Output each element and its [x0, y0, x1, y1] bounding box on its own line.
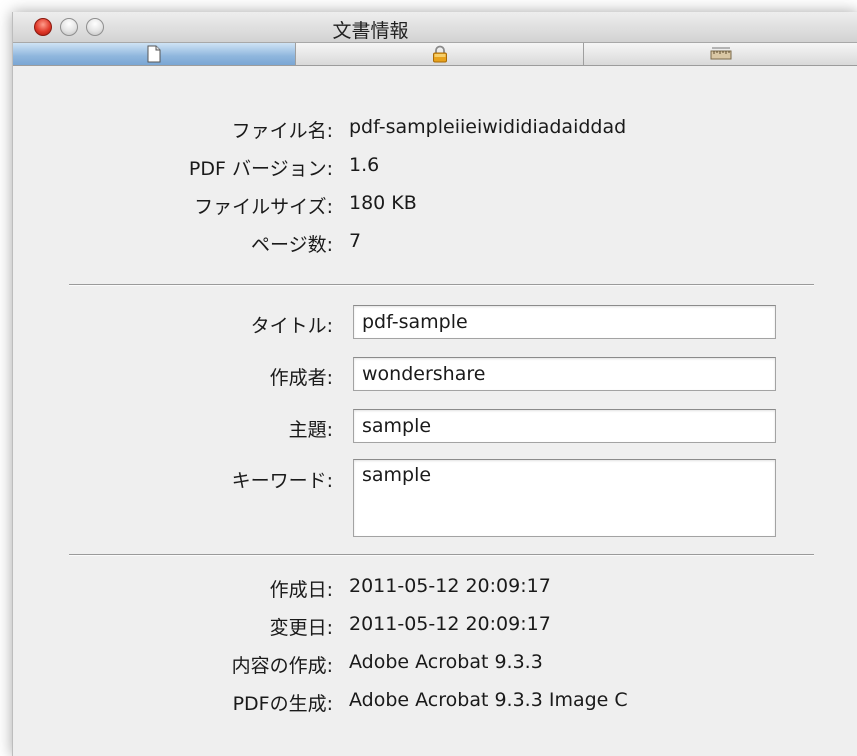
filename-label: ファイル名: [231, 120, 333, 142]
info-panel: ファイル名: pdf-sampleiieiwididiadaiddad PDF … [13, 66, 857, 756]
modified-label: 変更日: [269, 617, 333, 639]
keywords-field[interactable]: sample [353, 459, 776, 537]
pdf-version-label: PDF バージョン: [188, 158, 333, 180]
divider [69, 284, 814, 286]
creator-label: 内容の作成: [231, 655, 333, 677]
page-count-label: ページ数: [250, 234, 333, 256]
created-label: 作成日: [269, 579, 333, 601]
subject-field[interactable] [353, 409, 776, 443]
ruler-icon [710, 45, 732, 65]
producer-label: PDFの生成: [232, 693, 333, 715]
title-label: タイトル: [250, 315, 333, 337]
file-size-value: 180 KB [349, 192, 417, 214]
file-size-label: ファイルサイズ: [194, 196, 333, 218]
producer-value: Adobe Acrobat 9.3.3 Image C [349, 689, 628, 711]
creator-row: 内容の作成: Adobe Acrobat 9.3.3 [13, 647, 857, 681]
tab-bar [13, 43, 857, 66]
subject-label: 主題: [288, 419, 333, 441]
modified-row: 変更日: 2011-05-12 20:09:17 [13, 609, 857, 643]
tab-page-size[interactable] [584, 43, 857, 65]
creator-value: Adobe Acrobat 9.3.3 [349, 651, 543, 673]
lock-icon [431, 45, 449, 67]
created-row: 作成日: 2011-05-12 20:09:17 [13, 571, 857, 605]
document-icon [146, 45, 162, 67]
pdf-version-row: PDF バージョン: 1.6 [13, 150, 857, 184]
tab-document-info[interactable] [13, 43, 296, 65]
author-field[interactable] [353, 357, 776, 391]
tab-security[interactable] [296, 43, 584, 65]
filename-value: pdf-sampleiieiwididiadaiddad [349, 116, 627, 138]
page-count-value: 7 [349, 230, 362, 252]
modified-value: 2011-05-12 20:09:17 [349, 613, 551, 635]
document-info-window: 文書情報 ファイル名: pdf-sampleiieiwididiadaiddad… [12, 12, 857, 756]
filename-row: ファイル名: pdf-sampleiieiwididiadaiddad [13, 112, 857, 146]
window-title: 文書情報 [332, 20, 409, 42]
title-field[interactable] [353, 305, 776, 339]
created-value: 2011-05-12 20:09:17 [349, 575, 551, 597]
title-bar[interactable]: 文書情報 [13, 12, 857, 43]
author-label: 作成者: [269, 367, 333, 389]
page-count-row: ページ数: 7 [13, 226, 857, 260]
pdf-version-value: 1.6 [349, 154, 380, 176]
producer-row: PDFの生成: Adobe Acrobat 9.3.3 Image C [13, 685, 857, 719]
file-size-row: ファイルサイズ: 180 KB [13, 188, 857, 222]
keywords-label: キーワード: [231, 470, 333, 492]
divider [69, 554, 814, 556]
